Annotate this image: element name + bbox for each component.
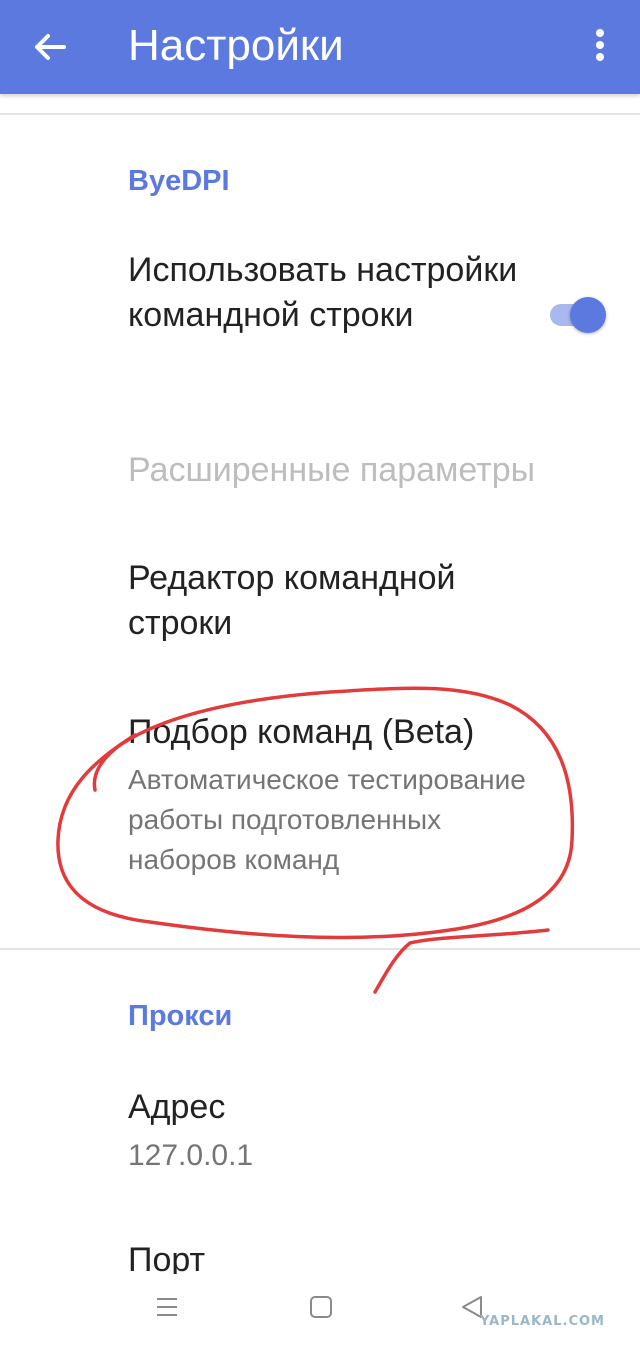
- more-options-button[interactable]: [584, 24, 616, 70]
- pref-address-value: 127.0.0.1: [128, 1139, 254, 1172]
- more-vert-icon: [596, 29, 604, 61]
- pref-use-cmd-title: Использовать настройки командной строки: [128, 251, 518, 334]
- red-annotation-circle: [56, 686, 575, 994]
- app-bar: Настройки: [0, 0, 640, 94]
- system-nav-bar: [0, 1274, 640, 1352]
- pref-advanced-params: Расширенные параметры: [128, 451, 536, 489]
- pref-address-title: Адрес: [128, 1088, 226, 1126]
- pref-cmd-editor[interactable]: Редактор командной строки: [128, 556, 528, 646]
- arrow-left-icon: [35, 34, 66, 60]
- nav-home-button[interactable]: [308, 1294, 334, 1325]
- back-button[interactable]: [26, 22, 76, 72]
- use-cmd-toggle[interactable]: [546, 294, 610, 336]
- nav-menu-button[interactable]: [154, 1294, 180, 1325]
- pref-cmd-selection-summary: Автоматическое тестирование работы подго…: [128, 764, 526, 875]
- pref-cmd-selection-title: Подбор команд (Beta): [128, 713, 475, 751]
- divider-top: [0, 113, 640, 115]
- section-title-proxy: Прокси: [128, 1000, 233, 1032]
- watermark: YAPLAKAL.COM: [480, 1314, 605, 1329]
- menu-icon: [157, 1298, 177, 1316]
- page-title: Настройки: [128, 21, 344, 70]
- divider-section: [0, 948, 640, 950]
- toggle-thumb: [570, 297, 606, 333]
- home-square-icon: [310, 1296, 332, 1318]
- section-title-byedpi: ByeDPI: [128, 165, 230, 197]
